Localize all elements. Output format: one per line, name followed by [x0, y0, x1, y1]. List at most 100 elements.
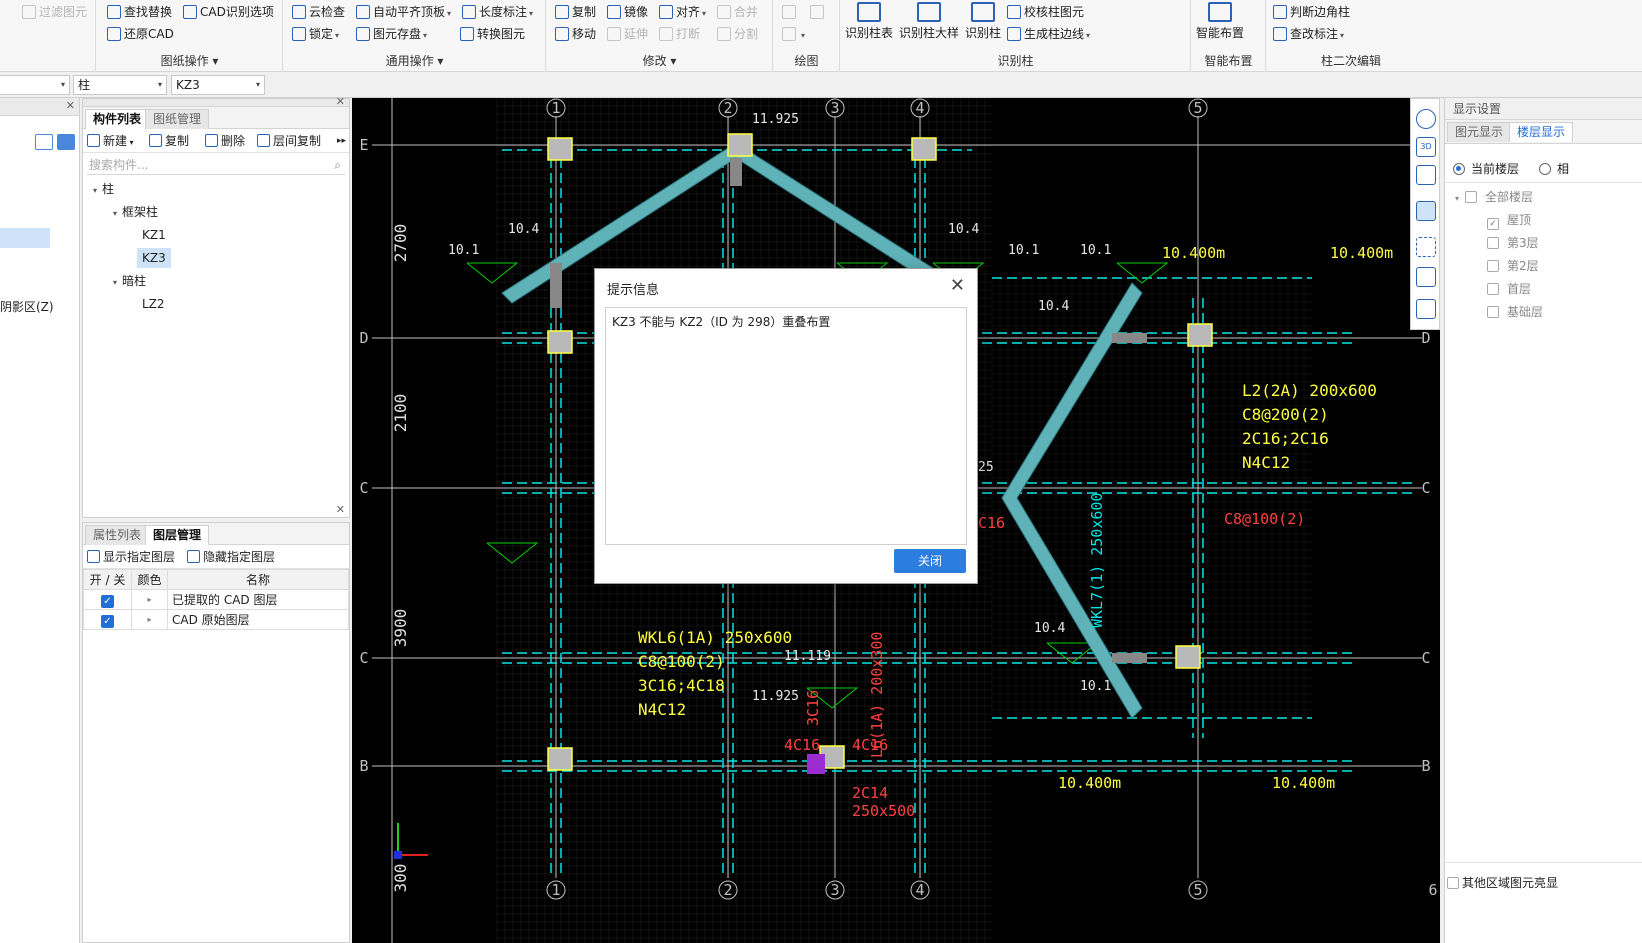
more-icon[interactable]: ▸▸: [337, 132, 346, 150]
align-button[interactable]: 对齐 ▾: [659, 2, 706, 22]
tab-element-display[interactable]: 图元显示: [1447, 122, 1512, 142]
view-3d-icon[interactable]: 3D: [1416, 137, 1436, 157]
nav-item-shadow[interactable]: 阴影区(Z): [0, 298, 54, 315]
tree-node-hidden-column[interactable]: ▾ 暗柱: [113, 271, 146, 291]
id-col-table-button[interactable]: 识别柱表: [845, 2, 893, 41]
all-floors-item[interactable]: ▾ 全部楼层: [1455, 187, 1533, 207]
line-tool-button[interactable]: [782, 2, 799, 22]
floor-item-foundation[interactable]: 基础层: [1487, 302, 1543, 322]
tree-node-column[interactable]: ▾ 柱: [93, 179, 114, 199]
tree-node-kz3[interactable]: KZ3: [137, 248, 171, 268]
chevron-down-icon[interactable]: ▾: [434, 54, 443, 68]
convert-elements-button[interactable]: 转换图元: [460, 24, 525, 44]
mirror-button[interactable]: 镜像: [607, 2, 648, 22]
tree-node-lz2[interactable]: LZ2: [142, 294, 165, 314]
length-dim-button[interactable]: 长度标注 ▾: [462, 2, 533, 22]
nav-selected-item[interactable]: [0, 228, 50, 248]
hide-layer-button[interactable]: 隐藏指定图层: [187, 548, 275, 566]
properties-icon[interactable]: [1416, 299, 1436, 319]
tab-properties[interactable]: 属性列表: [85, 525, 150, 545]
copy-button[interactable]: 复制: [555, 2, 596, 22]
checkbox-icon[interactable]: [1465, 191, 1478, 203]
rect-tool-button[interactable]: [810, 2, 827, 22]
floor-item-3[interactable]: 第3层: [1487, 233, 1539, 253]
find-replace-button[interactable]: 查找替换: [107, 2, 172, 22]
floor-item-roof[interactable]: ✓ 屋顶: [1487, 210, 1531, 230]
expand-icon[interactable]: ▸: [131, 589, 168, 610]
checkbox-icon[interactable]: ✓: [101, 595, 114, 608]
cad-options-button[interactable]: CAD识别选项: [183, 2, 274, 22]
cube-solid-icon[interactable]: [1416, 201, 1436, 221]
collapse-icon[interactable]: ▾: [113, 209, 117, 218]
detail-view-icon[interactable]: [35, 134, 53, 150]
layer-toggle[interactable]: ✓: [83, 589, 132, 610]
auto-flush-button[interactable]: 自动平齐顶板 ▾: [356, 2, 451, 22]
radio-icon[interactable]: [1453, 163, 1465, 175]
split-button[interactable]: 分割: [717, 24, 758, 44]
layer-toggle[interactable]: ✓: [83, 609, 132, 630]
close-icon[interactable]: ✕: [66, 99, 75, 112]
tree-node-kz1[interactable]: KZ1: [142, 225, 166, 245]
type-select[interactable]: 柱 ▾: [73, 75, 167, 95]
chevron-down-icon[interactable]: ▾: [209, 54, 218, 68]
restore-cad-button[interactable]: 还原CAD: [107, 24, 174, 44]
radio-icon[interactable]: [1539, 163, 1551, 175]
delete-button[interactable]: 删除: [205, 132, 245, 150]
tab-floor-display[interactable]: 楼层显示: [1509, 122, 1574, 142]
tree-node-frame-column[interactable]: ▾ 框架柱: [113, 202, 158, 222]
floor-item-2[interactable]: 第2层: [1487, 256, 1539, 276]
judge-corner-button[interactable]: 判断边角柱: [1273, 2, 1350, 22]
cube-icon[interactable]: [1416, 165, 1436, 185]
tab-drawing-manage[interactable]: 图纸管理: [145, 109, 210, 129]
collapse-icon[interactable]: ▾: [113, 278, 117, 287]
arc-tool-button[interactable]: ▾: [782, 24, 805, 44]
floor-item-1[interactable]: 首层: [1487, 279, 1531, 299]
floor-select[interactable]: ▾: [0, 75, 70, 95]
other-region-highlight[interactable]: 其他区域图元亮显: [1447, 874, 1558, 891]
tab-component-list[interactable]: 构件列表: [85, 109, 150, 129]
component-select[interactable]: KZ3 ▾: [171, 75, 265, 95]
radio-current-floor[interactable]: 当前楼层: [1453, 160, 1519, 177]
smart-layout-button[interactable]: 智能布置: [1196, 2, 1244, 41]
checkbox-icon[interactable]: [1447, 877, 1459, 889]
cloud-check-button[interactable]: 云检查: [292, 2, 345, 22]
checkbox-icon[interactable]: [1487, 260, 1499, 272]
expand-icon[interactable]: ▸: [131, 609, 168, 630]
move-button[interactable]: 移动: [555, 24, 596, 44]
checkbox-icon[interactable]: ✓: [1487, 218, 1499, 230]
copy-component-button[interactable]: 复制: [149, 132, 189, 150]
orbit-icon[interactable]: [1416, 109, 1436, 129]
checkbox-icon[interactable]: ✓: [101, 615, 114, 628]
checkbox-icon[interactable]: [1487, 306, 1499, 318]
collapse-icon[interactable]: ▾: [1455, 194, 1459, 203]
check-col-button[interactable]: 校核柱图元: [1007, 2, 1084, 22]
checkbox-icon[interactable]: [1487, 283, 1499, 295]
component-search-input[interactable]: 搜索构件... ⌕: [87, 155, 345, 175]
break-button[interactable]: 打断: [659, 24, 700, 44]
lock-button[interactable]: 锁定 ▾: [292, 24, 339, 44]
id-col-button[interactable]: 识别柱: [965, 2, 1001, 41]
tab-layer-manage[interactable]: 图层管理: [145, 525, 210, 545]
table-row[interactable]: ✓ ▸ CAD 原始图层: [83, 609, 349, 630]
view-box-icon[interactable]: [1416, 267, 1436, 287]
id-col-detail-button[interactable]: 识别柱大样: [899, 2, 959, 41]
close-icon[interactable]: ✕: [950, 275, 965, 296]
checkbox-icon[interactable]: [1487, 237, 1499, 249]
extend-button[interactable]: 延伸: [607, 24, 648, 44]
edit-label-button[interactable]: 查改标注 ▾: [1273, 24, 1344, 44]
radio-other-floor[interactable]: 相: [1539, 160, 1569, 177]
floor-copy-button[interactable]: 层间复制: [257, 132, 321, 150]
show-layer-button[interactable]: 显示指定图层: [87, 548, 175, 566]
new-button[interactable]: 新建 ▾: [87, 132, 134, 150]
table-row[interactable]: ✓ ▸ 已提取的 CAD 图层: [83, 589, 349, 610]
fullscreen-icon[interactable]: [1416, 237, 1436, 257]
collapse-icon[interactable]: ▾: [93, 186, 97, 195]
gen-col-edge-button[interactable]: 生成柱边线 ▾: [1007, 24, 1090, 44]
list-view-icon[interactable]: [57, 134, 75, 150]
close-icon[interactable]: ✕: [336, 503, 345, 516]
store-elements-button[interactable]: 图元存盘 ▾: [356, 24, 427, 44]
chevron-down-icon[interactable]: ▾: [667, 54, 676, 68]
filter-elements-button[interactable]: 过滤图元: [22, 2, 87, 22]
merge-button[interactable]: 合并: [717, 2, 758, 22]
dialog-close-button[interactable]: 关闭: [894, 549, 966, 573]
